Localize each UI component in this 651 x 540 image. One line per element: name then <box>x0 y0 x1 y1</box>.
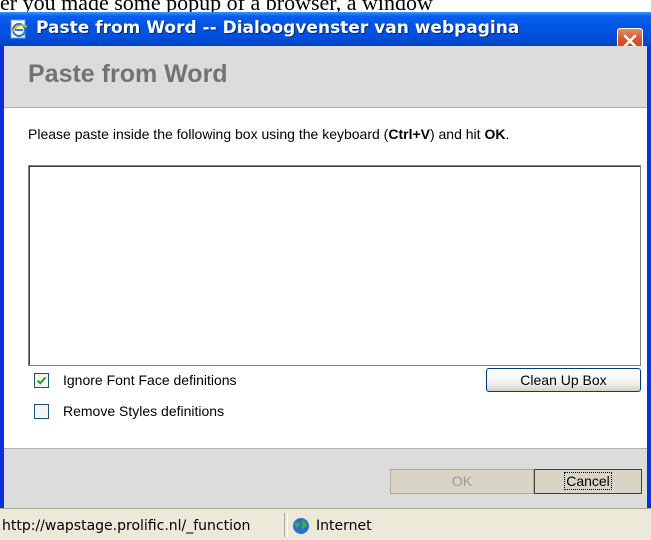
instruction-suffix: . <box>505 126 510 142</box>
ignore-font-face-checkbox[interactable] <box>34 372 49 388</box>
globe-icon <box>292 517 310 535</box>
checkmark-icon <box>36 376 47 385</box>
paste-box[interactable] <box>28 165 641 366</box>
clean-up-box-button[interactable]: Clean Up Box <box>486 368 641 392</box>
window-title: Paste from Word -- Dialoogvenster van we… <box>36 18 520 38</box>
instruction-prefix: Please paste inside the following box us… <box>28 126 389 142</box>
cancel-label: Cancel <box>564 472 612 490</box>
ignore-font-face-label: Ignore Font Face definitions <box>63 372 237 388</box>
dialog-content: Please paste inside the following box us… <box>4 108 647 448</box>
dialog-header: Paste from Word <box>4 46 647 108</box>
background-page-text: er you made some popup of a browser, a w… <box>0 0 651 12</box>
instruction-text: Please paste inside the following box us… <box>28 126 509 142</box>
ok-word: OK <box>484 126 506 142</box>
ok-button[interactable]: OK <box>390 469 534 494</box>
status-zone-label: Internet <box>316 518 372 534</box>
instruction-middle: ) and hit <box>429 126 485 142</box>
remove-styles-label: Remove Styles definitions <box>63 403 225 419</box>
status-url: http://wapstage.prolific.nl/_function <box>2 518 251 534</box>
ignore-font-face-option[interactable]: Ignore Font Face definitions <box>34 372 237 388</box>
remove-styles-checkbox[interactable] <box>34 403 49 419</box>
shortcut-text: Ctrl+V <box>388 126 430 142</box>
window-titlebar[interactable]: Paste from Word -- Dialoogvenster van we… <box>0 12 651 54</box>
ie-document-icon <box>8 18 30 40</box>
dialog-title: Paste from Word <box>28 60 228 88</box>
remove-styles-option[interactable]: Remove Styles definitions <box>34 403 224 419</box>
dialog-footer: OK Cancel <box>4 448 647 508</box>
status-separator <box>284 513 288 537</box>
cancel-button[interactable]: Cancel <box>534 469 642 494</box>
status-bar: http://wapstage.prolific.nl/_function In… <box>0 508 651 540</box>
